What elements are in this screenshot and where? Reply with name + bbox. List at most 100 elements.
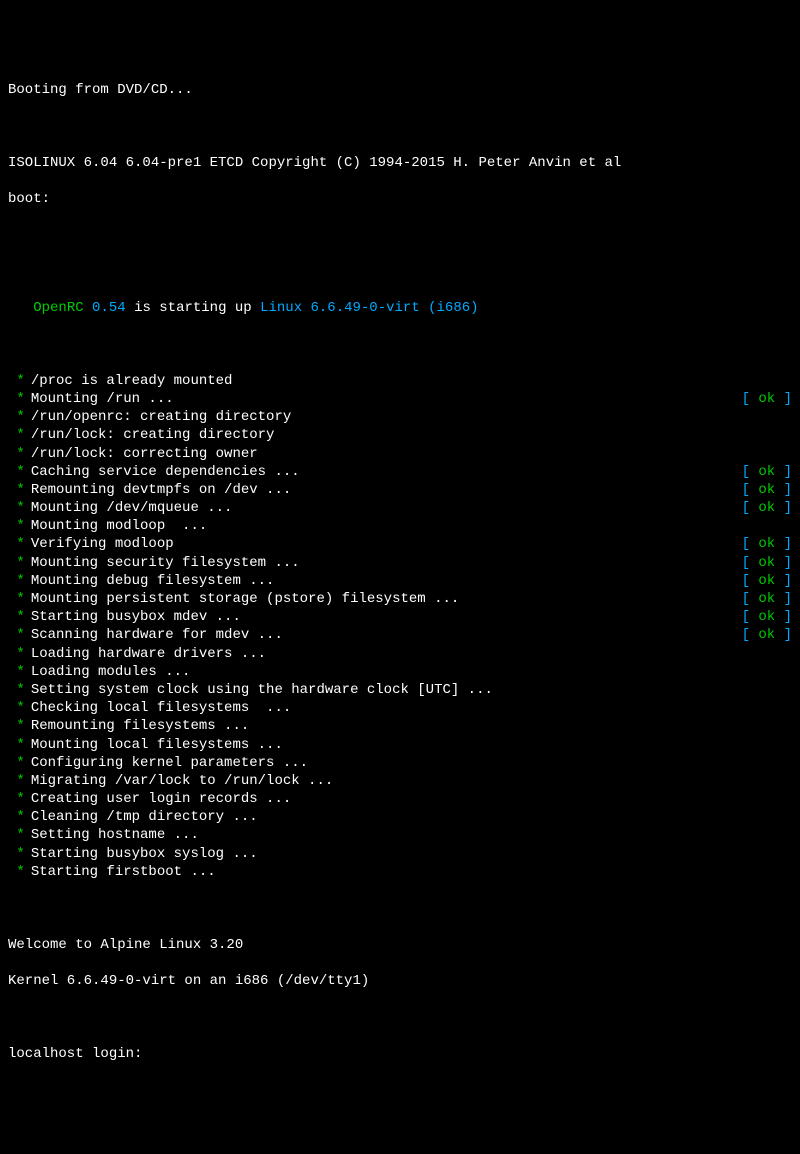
status-ok: [ ok ] bbox=[742, 499, 792, 517]
boot-line: * Cleaning /tmp directory ... bbox=[8, 808, 792, 826]
asterisk-icon: * bbox=[8, 754, 25, 772]
asterisk-icon: * bbox=[8, 426, 25, 444]
boot-line: * Mounting modloop ... bbox=[8, 517, 792, 535]
boot-message: Loading modules ... bbox=[31, 663, 792, 681]
boot-message: Loading hardware drivers ... bbox=[31, 645, 792, 663]
boot-line: * /proc is already mounted bbox=[8, 372, 792, 390]
boot-message: Mounting security filesystem ... bbox=[31, 554, 742, 572]
boot-line: * Checking local filesystems ... bbox=[8, 699, 792, 717]
login-prompt[interactable]: localhost login: bbox=[8, 1045, 792, 1063]
boot-prompt[interactable]: boot: bbox=[8, 190, 792, 208]
asterisk-icon: * bbox=[8, 372, 25, 390]
boot-message: Mounting modloop ... bbox=[31, 517, 792, 535]
kernel-label: Linux 6.6.49-0-virt (i686) bbox=[260, 300, 478, 316]
openrc-label: OpenRC bbox=[33, 300, 83, 316]
boot-line: * Setting hostname ... bbox=[8, 826, 792, 844]
asterisk-icon: * bbox=[8, 590, 25, 608]
boot-line: * /run/lock: correcting owner bbox=[8, 445, 792, 463]
boot-line: * Setting system clock using the hardware… bbox=[8, 681, 792, 699]
boot-message: Starting busybox syslog ... bbox=[31, 845, 792, 863]
welcome-line: Welcome to Alpine Linux 3.20 bbox=[8, 936, 792, 954]
asterisk-icon: * bbox=[8, 535, 25, 553]
asterisk-icon: * bbox=[8, 717, 25, 735]
asterisk-icon: * bbox=[8, 663, 25, 681]
status-ok: [ ok ] bbox=[742, 554, 792, 572]
status-ok: [ ok ] bbox=[742, 590, 792, 608]
asterisk-icon: * bbox=[8, 463, 25, 481]
status-ok: [ ok ] bbox=[742, 481, 792, 499]
boot-header-line: Booting from DVD/CD... bbox=[8, 81, 792, 99]
openrc-starting: is starting up bbox=[134, 300, 252, 316]
asterisk-icon: * bbox=[8, 681, 25, 699]
isolinux-line: ISOLINUX 6.04 6.04-pre1 ETCD Copyright (… bbox=[8, 154, 792, 172]
boot-message: Remounting devtmpfs on /dev ... bbox=[31, 481, 742, 499]
boot-message: Setting hostname ... bbox=[31, 826, 792, 844]
boot-message: Caching service dependencies ... bbox=[31, 463, 742, 481]
asterisk-icon: * bbox=[8, 626, 25, 644]
boot-line: * Mounting security filesystem ...[ ok ] bbox=[8, 554, 792, 572]
asterisk-icon: * bbox=[8, 572, 25, 590]
status-ok: [ ok ] bbox=[742, 608, 792, 626]
boot-line: * Loading modules ... bbox=[8, 663, 792, 681]
boot-message: Mounting persistent storage (pstore) fil… bbox=[31, 590, 742, 608]
boot-messages: * /proc is already mounted * Mounting /run… bbox=[8, 372, 792, 881]
asterisk-icon: * bbox=[8, 517, 25, 535]
asterisk-icon: * bbox=[8, 699, 25, 717]
boot-line: * /run/lock: creating directory bbox=[8, 426, 792, 444]
openrc-version: 0.54 bbox=[92, 300, 126, 316]
asterisk-icon: * bbox=[8, 481, 25, 499]
asterisk-icon: * bbox=[8, 808, 25, 826]
boot-message: Remounting filesystems ... bbox=[31, 717, 792, 735]
asterisk-icon: * bbox=[8, 554, 25, 572]
boot-line: * Loading hardware drivers ... bbox=[8, 645, 792, 663]
boot-line: * Migrating /var/lock to /run/lock ... bbox=[8, 772, 792, 790]
boot-message: Checking local filesystems ... bbox=[31, 699, 792, 717]
boot-line: * /run/openrc: creating directory bbox=[8, 408, 792, 426]
boot-message: Setting system clock using the hardware … bbox=[31, 681, 792, 699]
boot-message: Cleaning /tmp directory ... bbox=[31, 808, 792, 826]
asterisk-icon: * bbox=[8, 826, 25, 844]
boot-line: * Mounting debug filesystem ...[ ok ] bbox=[8, 572, 792, 590]
boot-message: Configuring kernel parameters ... bbox=[31, 754, 792, 772]
boot-line: *Scanning hardware for mdev ...[ ok ] bbox=[8, 626, 792, 644]
boot-message: /run/lock: creating directory bbox=[31, 426, 792, 444]
asterisk-icon: * bbox=[8, 390, 25, 408]
boot-line: *Verifying modloop[ ok ] bbox=[8, 535, 792, 553]
boot-message: Migrating /var/lock to /run/lock ... bbox=[31, 772, 792, 790]
asterisk-icon: * bbox=[8, 863, 25, 881]
asterisk-icon: * bbox=[8, 445, 25, 463]
asterisk-icon: * bbox=[8, 736, 25, 754]
boot-line: * Creating user login records ... bbox=[8, 790, 792, 808]
boot-line: * Mounting local filesystems ... bbox=[8, 736, 792, 754]
status-ok: [ ok ] bbox=[742, 572, 792, 590]
boot-line: * Caching service dependencies ...[ ok ] bbox=[8, 463, 792, 481]
asterisk-icon: * bbox=[8, 645, 25, 663]
boot-message: Mounting local filesystems ... bbox=[31, 736, 792, 754]
boot-message: Mounting debug filesystem ... bbox=[31, 572, 742, 590]
boot-message: Starting busybox mdev ... bbox=[31, 608, 742, 626]
asterisk-icon: * bbox=[8, 845, 25, 863]
boot-line: * Mounting /dev/mqueue ...[ ok ] bbox=[8, 499, 792, 517]
asterisk-icon: * bbox=[8, 790, 25, 808]
boot-line: * Starting busybox syslog ... bbox=[8, 845, 792, 863]
status-ok: [ ok ] bbox=[742, 463, 792, 481]
boot-message: /proc is already mounted bbox=[31, 372, 792, 390]
asterisk-icon: * bbox=[8, 608, 25, 626]
boot-message: Mounting /dev/mqueue ... bbox=[31, 499, 742, 517]
boot-line: * Starting busybox mdev ...[ ok ] bbox=[8, 608, 792, 626]
boot-line: *Mounting /run ...[ ok ] bbox=[8, 390, 792, 408]
asterisk-icon: * bbox=[8, 408, 25, 426]
asterisk-icon: * bbox=[8, 772, 25, 790]
boot-line: * Mounting persistent storage (pstore) fi… bbox=[8, 590, 792, 608]
boot-line: * Remounting devtmpfs on /dev ...[ ok ] bbox=[8, 481, 792, 499]
boot-message: Starting firstboot ... bbox=[31, 863, 792, 881]
status-ok: [ ok ] bbox=[742, 626, 792, 644]
boot-message: Creating user login records ... bbox=[31, 790, 792, 808]
boot-message: /run/openrc: creating directory bbox=[31, 408, 792, 426]
kernel-line: Kernel 6.6.49-0-virt on an i686 (/dev/tt… bbox=[8, 972, 792, 990]
boot-message: Verifying modloop bbox=[31, 535, 742, 553]
openrc-line: OpenRC 0.54 is starting up Linux 6.6.49-… bbox=[8, 299, 792, 317]
boot-message: Mounting /run ... bbox=[31, 390, 742, 408]
asterisk-icon: * bbox=[8, 499, 25, 517]
boot-message: /run/lock: correcting owner bbox=[31, 445, 792, 463]
